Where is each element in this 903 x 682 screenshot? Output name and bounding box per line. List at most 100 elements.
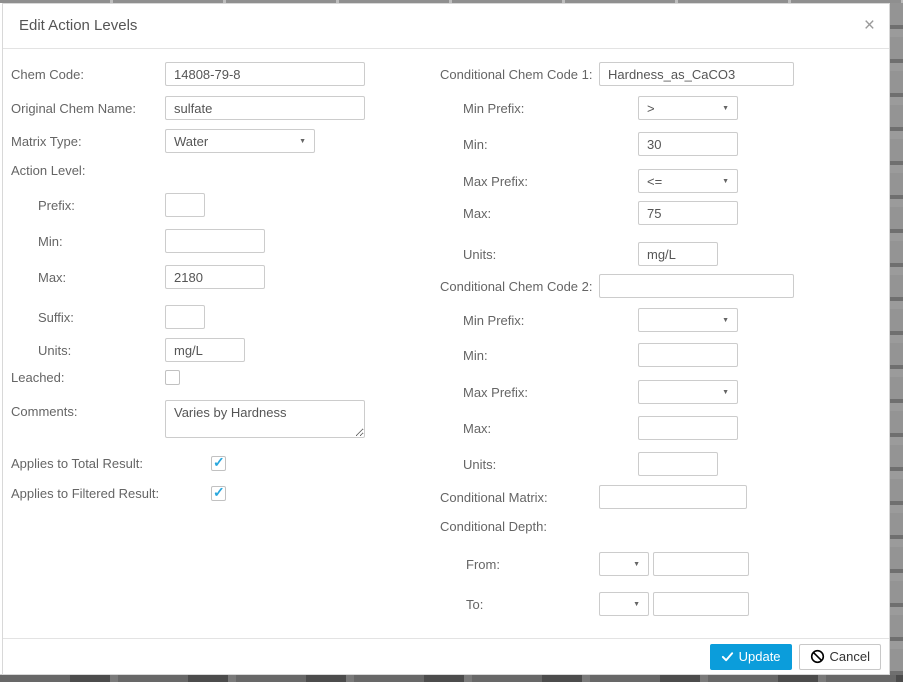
applies-total-checkbox[interactable]: ✓ — [211, 454, 226, 471]
prefix-label: Prefix: — [38, 197, 75, 213]
field-original-chem-name: Original Chem Name: — [11, 96, 433, 120]
max-1-label: Max: — [463, 205, 492, 221]
close-icon[interactable]: × — [864, 16, 875, 35]
chevron-down-icon: ▼ — [722, 104, 729, 112]
matrix-type-dropdown[interactable]: Water ▼ — [165, 129, 315, 153]
cond-matrix-input[interactable] — [599, 485, 747, 509]
units-1-input[interactable] — [638, 242, 718, 266]
depth-from-unit-dropdown[interactable]: ▼ — [599, 552, 649, 576]
background-page-right-edge — [890, 3, 903, 675]
background-page-bottom-edge — [0, 674, 903, 682]
chevron-down-icon: ▼ — [633, 560, 640, 568]
leached-checkbox[interactable] — [165, 370, 180, 385]
field-applies-total: Applies to Total Result: ✓ — [11, 454, 433, 471]
field-units-2: Units: — [433, 452, 889, 476]
field-min-prefix-2: Min Prefix: ▼ — [433, 308, 889, 332]
field-chem-code: Chem Code: — [11, 62, 433, 86]
units-label: Units: — [38, 342, 72, 358]
chevron-down-icon: ▼ — [633, 600, 640, 608]
applies-filtered-checkbox[interactable]: ✓ — [211, 484, 226, 501]
matrix-type-label: Matrix Type: — [11, 133, 82, 149]
leached-label: Leached: — [11, 370, 65, 385]
page: { "dialog": { "title": "Edit Action Leve… — [0, 0, 903, 682]
depth-to-unit-dropdown[interactable]: ▼ — [599, 592, 649, 616]
cancel-button[interactable]: Cancel — [798, 643, 881, 670]
field-applies-filtered: Applies to Filtered Result: ✓ — [11, 484, 433, 501]
max-prefix-2-label: Max Prefix: — [463, 384, 529, 400]
max-label: Max: — [38, 269, 67, 285]
field-cond-chem-code-1: Conditional Chem Code 1: — [433, 62, 889, 86]
check-icon: ✓ — [213, 454, 225, 470]
prefix-input[interactable] — [165, 193, 205, 217]
comments-label: Comments: — [11, 404, 78, 419]
field-max-prefix-2: Max Prefix: ▼ — [433, 380, 889, 404]
cond-depth-section: Conditional Depth: — [433, 518, 889, 535]
field-min-prefix-1: Min Prefix: > ▼ — [433, 96, 889, 120]
dialog-footer: Update Cancel — [3, 638, 889, 674]
chevron-down-icon: ▼ — [722, 177, 729, 185]
dropdown-value: > — [647, 100, 655, 116]
min-2-input[interactable] — [638, 343, 738, 367]
right-column: Conditional Chem Code 1: Min Prefix: > ▼… — [433, 62, 889, 638]
comments-textarea[interactable]: Varies by Hardness — [165, 400, 365, 438]
cond-chem-code-1-label: Conditional Chem Code 1: — [440, 66, 593, 82]
max-2-input[interactable] — [638, 416, 738, 440]
field-al-max: Max: — [11, 265, 433, 289]
min-label: Min: — [38, 233, 63, 249]
field-depth-to: To: ▼ — [433, 592, 889, 616]
field-cond-matrix: Conditional Matrix: — [433, 485, 889, 509]
chevron-down-icon: ▼ — [299, 137, 306, 145]
dialog-title: Edit Action Levels — [19, 17, 138, 34]
max-prefix-1-label: Max Prefix: — [463, 173, 529, 189]
cond-chem-code-2-input[interactable] — [599, 274, 794, 298]
units-input[interactable] — [165, 338, 245, 362]
chevron-down-icon: ▼ — [722, 388, 729, 396]
suffix-input[interactable] — [165, 305, 205, 329]
dialog-header: Edit Action Levels × — [3, 4, 889, 49]
original-chem-name-input[interactable] — [165, 96, 365, 120]
check-icon: ✓ — [213, 484, 225, 500]
max-input[interactable] — [165, 265, 265, 289]
min-prefix-2-label: Min Prefix: — [463, 312, 525, 328]
field-al-prefix: Prefix: — [11, 193, 433, 217]
chevron-down-icon: ▼ — [722, 316, 729, 324]
max-1-input[interactable] — [638, 201, 738, 225]
units-2-input[interactable] — [638, 452, 718, 476]
field-al-suffix: Suffix: — [11, 305, 433, 329]
depth-from-input[interactable] — [653, 552, 749, 576]
update-button[interactable]: Update — [709, 643, 792, 670]
depth-to-label: To: — [466, 596, 484, 612]
min-input[interactable] — [165, 229, 265, 253]
field-max-1: Max: — [433, 201, 889, 225]
field-comments: Comments: Varies by Hardness — [11, 400, 433, 438]
applies-total-label: Applies to Total Result: — [11, 456, 143, 471]
applies-filtered-label: Applies to Filtered Result: — [11, 486, 160, 501]
min-prefix-2-dropdown[interactable]: ▼ — [638, 308, 738, 332]
field-al-min: Min: — [11, 229, 433, 253]
dropdown-value: Water — [174, 133, 209, 149]
cond-chem-code-1-input[interactable] — [599, 62, 794, 86]
field-al-units: Units: — [11, 338, 433, 362]
min-1-input[interactable] — [638, 132, 738, 156]
min-prefix-1-label: Min Prefix: — [463, 100, 525, 116]
dialog-body: Chem Code: Original Chem Name: Matrix Ty… — [3, 49, 889, 638]
cond-matrix-label: Conditional Matrix: — [440, 489, 548, 505]
chem-code-input[interactable] — [165, 62, 365, 86]
field-depth-from: From: ▼ — [433, 552, 889, 576]
max-prefix-1-dropdown[interactable]: <= ▼ — [638, 169, 738, 193]
original-chem-name-label: Original Chem Name: — [11, 100, 136, 116]
min-2-label: Min: — [463, 347, 488, 363]
action-level-label: Action Level: — [11, 163, 86, 178]
update-button-label: Update — [738, 649, 781, 664]
cancel-button-label: Cancel — [829, 649, 870, 664]
chem-code-label: Chem Code: — [11, 66, 84, 82]
min-prefix-1-dropdown[interactable]: > ▼ — [638, 96, 738, 120]
left-column: Chem Code: Original Chem Name: Matrix Ty… — [3, 62, 433, 638]
depth-from-label: From: — [466, 556, 500, 572]
field-leached: Leached: — [11, 370, 433, 385]
cancel-icon — [810, 649, 824, 664]
field-max-2: Max: — [433, 416, 889, 440]
min-1-label: Min: — [463, 136, 488, 152]
depth-to-input[interactable] — [653, 592, 749, 616]
max-prefix-2-dropdown[interactable]: ▼ — [638, 380, 738, 404]
